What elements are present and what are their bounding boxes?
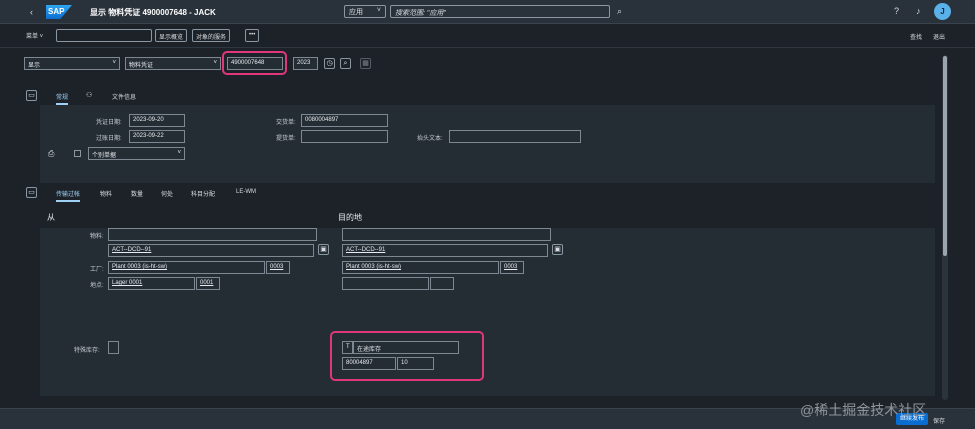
to-storage-input[interactable] bbox=[430, 277, 454, 290]
menu-label: 菜单 bbox=[26, 34, 39, 40]
slip-select-value: 个别单据 bbox=[92, 153, 117, 159]
menu-button[interactable]: 菜单 ˅ bbox=[26, 31, 43, 40]
app-title[interactable]: 显示 物料凭证 4900007648 - JACK bbox=[90, 7, 216, 18]
exit-link[interactable]: 退出 bbox=[933, 32, 945, 41]
search-input[interactable]: 搜索范围: "应用" bbox=[390, 5, 610, 18]
object-services-button[interactable]: 对象的服务 bbox=[192, 29, 231, 42]
highlight-box bbox=[330, 331, 484, 381]
clock-icon[interactable]: ◷ bbox=[324, 58, 335, 69]
to-delivery-input[interactable]: 80004897 bbox=[342, 357, 396, 370]
save-link[interactable]: 保存 bbox=[933, 416, 945, 425]
chevron-down-icon: ˅ bbox=[112, 60, 116, 66]
to-storage-name bbox=[342, 277, 429, 290]
from-plant-input[interactable]: 0003 bbox=[266, 261, 290, 274]
tab-account-assignment[interactable]: 科目分配 bbox=[191, 189, 215, 198]
doc-date-label: 凭证日期: bbox=[96, 120, 122, 126]
to-material-input[interactable]: ACT--DCD--91 bbox=[342, 244, 548, 257]
from-storage-input[interactable]: 0001 bbox=[196, 277, 220, 290]
show-overview-button[interactable]: 显示概览 bbox=[155, 29, 188, 42]
to-special-stock-code[interactable]: T bbox=[342, 341, 353, 354]
from-material-input[interactable]: ACT--DCD--91 bbox=[108, 244, 314, 257]
command-field[interactable] bbox=[56, 29, 152, 42]
printer-icon: ⎙ bbox=[48, 149, 55, 158]
to-material-desc bbox=[342, 228, 551, 241]
find-link[interactable]: 查找 bbox=[910, 32, 922, 41]
print-checkbox[interactable] bbox=[74, 150, 81, 157]
tab-material[interactable]: 物料 bbox=[100, 189, 112, 198]
bill-of-lading-label: 提货单: bbox=[276, 136, 296, 142]
chevron-down-icon: ˅ bbox=[213, 60, 217, 66]
search-icon[interactable]: ⌕ bbox=[617, 6, 622, 16]
year-input[interactable]: 2023 bbox=[293, 57, 318, 70]
grid-icon[interactable]: ▦ bbox=[360, 58, 371, 69]
tab-quantity[interactable]: 数量 bbox=[131, 189, 143, 198]
tab-where[interactable]: 何处 bbox=[161, 189, 173, 198]
image-icon[interactable]: ▣ bbox=[552, 244, 563, 255]
to-delivery-item-input[interactable]: 10 bbox=[397, 357, 434, 370]
doc-number-input[interactable]: 4900007648 bbox=[227, 57, 283, 70]
avatar[interactable]: J bbox=[934, 3, 951, 20]
slip-select[interactable]: 个别单据 ˅ bbox=[88, 147, 185, 160]
people-icon[interactable]: ⚇ bbox=[86, 91, 92, 101]
chevron-down-icon: ˅ bbox=[376, 7, 381, 14]
from-plant-name: Plant 0003 (is-ht-sw) bbox=[108, 261, 265, 274]
to-special-stock-desc: 在途库存 bbox=[353, 341, 459, 354]
bell-icon[interactable]: ♪ bbox=[916, 6, 921, 16]
to-plant-input[interactable]: 0003 bbox=[500, 261, 524, 274]
tab-le-wm[interactable]: LE-WM bbox=[236, 189, 256, 195]
doc-type-select[interactable]: 物料凭证 ˅ bbox=[125, 57, 221, 70]
search-icon[interactable]: ⌕ bbox=[340, 58, 351, 69]
post-date-input[interactable]: 2023-09-22 bbox=[129, 130, 185, 143]
plant-label: 工厂: bbox=[90, 267, 104, 273]
delivery-note-input[interactable]: 0080004897 bbox=[301, 114, 388, 127]
tab-general[interactable]: 常规 bbox=[56, 92, 69, 105]
doc-date-input[interactable]: 2023-09-20 bbox=[129, 114, 185, 127]
watermark: @稀土掘金技术社区 bbox=[800, 402, 927, 418]
bill-of-lading-input[interactable] bbox=[301, 130, 388, 143]
special-stock-input[interactable] bbox=[108, 341, 119, 354]
action-select[interactable]: 显示 ˅ bbox=[24, 57, 120, 70]
image-icon[interactable]: ▣ bbox=[318, 244, 329, 255]
scope-select-value: 应用 bbox=[349, 9, 363, 16]
action-select-value: 显示 bbox=[28, 63, 41, 69]
chevron-down-icon: ˅ bbox=[177, 150, 181, 156]
material-label: 物料: bbox=[90, 234, 104, 240]
post-date-label: 过账日期: bbox=[96, 136, 122, 142]
to-section-title: 目的地 bbox=[338, 213, 362, 222]
tab-doc-info[interactable]: 文件信息 bbox=[112, 92, 136, 101]
help-icon[interactable]: ? bbox=[894, 6, 899, 16]
delivery-note-label: 交货单: bbox=[276, 120, 296, 126]
header-text-input[interactable] bbox=[449, 130, 581, 143]
scrollbar-thumb[interactable] bbox=[943, 56, 947, 256]
more-button[interactable]: ••• bbox=[245, 29, 260, 42]
from-material-desc bbox=[108, 228, 317, 241]
header-text-label: 抬头文本: bbox=[417, 136, 443, 142]
doc-type-value: 物料凭证 bbox=[129, 63, 154, 69]
collapse-icon[interactable]: ▭ bbox=[26, 187, 37, 198]
scope-select[interactable]: 应用 ˅ bbox=[344, 5, 386, 18]
collapse-icon[interactable]: ▭ bbox=[26, 90, 37, 101]
back-icon[interactable]: ‹ bbox=[30, 7, 33, 17]
to-plant-name: Plant 0003 (is-ht-sw) bbox=[342, 261, 499, 274]
storage-label: 地点: bbox=[90, 283, 104, 289]
tab-transfer-posting[interactable]: 传输过帐 bbox=[56, 189, 81, 202]
from-section-title: 从 bbox=[47, 213, 55, 222]
special-stock-label: 特殊库存: bbox=[74, 348, 100, 354]
from-storage-name: Lager 0001 bbox=[108, 277, 195, 290]
